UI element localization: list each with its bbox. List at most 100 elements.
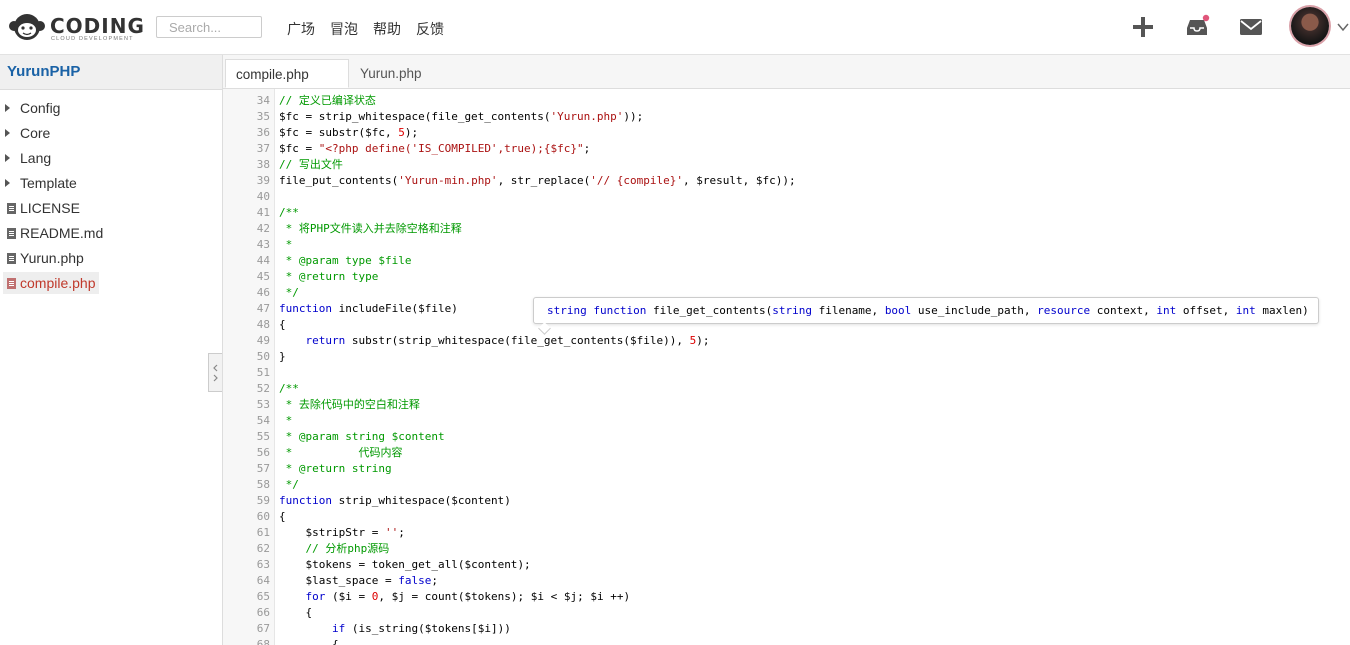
line-number: 36 [256, 126, 270, 139]
logo-subtitle: CLOUD DEVELOPMENT [51, 36, 134, 42]
tree-file-yurun[interactable]: Yurun.php [0, 246, 222, 271]
line-number: 41 [256, 206, 270, 219]
line-code: $stripStr = ''; [305, 526, 405, 539]
line-code: $fc = strip_whitespace(file_get_contents… [279, 110, 644, 123]
tree-file-readme[interactable]: README.md [0, 221, 222, 246]
line-number: 64 [256, 574, 270, 587]
line-number: 59 [256, 494, 270, 507]
line-code: */ [279, 286, 299, 299]
tab-compile-php[interactable]: compile.php [225, 59, 349, 88]
file-icon [7, 203, 16, 214]
nav-feedback[interactable]: 反馈 [416, 19, 444, 39]
tab-yurun-php[interactable]: Yurun.php [360, 59, 422, 88]
line-code: * @return type [279, 270, 379, 283]
line-number: 45 [256, 270, 270, 283]
line-number: 46 [256, 286, 270, 299]
tree-folder-core[interactable]: Core [0, 121, 222, 146]
main-nav: 广场 冒泡 帮助 反馈 [287, 19, 444, 39]
tree-folder-template[interactable]: Template [0, 171, 222, 196]
line-code: $last_space = false; [305, 574, 438, 587]
file-icon [7, 228, 16, 239]
line-number: 54 [256, 414, 270, 427]
line-code: if (is_string($tokens[$i])) [331, 622, 511, 635]
line-number: 51 [256, 366, 270, 379]
editor-tabs: compile.php Yurun.php [223, 55, 1350, 89]
logo-text: CODING [50, 14, 145, 38]
sidebar-collapse-toggle[interactable] [208, 353, 222, 392]
line-number: 48 [256, 318, 270, 331]
tree-file-license[interactable]: LICENSE [0, 196, 222, 221]
line-number: 44 [256, 254, 270, 267]
line-number: 65 [256, 590, 270, 603]
file-tree: Config Core Lang Template LICENSE README… [0, 96, 222, 296]
line-number: 60 [256, 510, 270, 523]
line-code: // 分析php源码 [279, 542, 390, 555]
project-name[interactable]: YurunPHP [0, 55, 222, 90]
coding-logo[interactable]: CODING CLOUD DEVELOPMENT [8, 10, 144, 44]
file-tree-sidebar: YurunPHP Config Core Lang Template LICEN… [0, 55, 223, 645]
line-number: 63 [256, 558, 270, 571]
line-code: /** [279, 382, 299, 395]
line-code: * [279, 414, 293, 427]
nav-square[interactable]: 广场 [287, 19, 315, 39]
inbox-icon[interactable] [1184, 14, 1210, 40]
line-code: /** [279, 206, 299, 219]
line-number: 38 [256, 158, 270, 171]
expand-arrow-icon[interactable] [5, 104, 10, 112]
line-code: function strip_whitespace($content) [279, 494, 511, 507]
line-number: 55 [256, 430, 270, 443]
line-code: * 将PHP文件读入并去除空格和注释 [279, 222, 462, 235]
line-number: 56 [256, 446, 270, 459]
line-code: * @param type $file [279, 254, 412, 267]
line-code: { [279, 638, 339, 645]
line-code: * 去除代码中的空白和注释 [279, 398, 420, 411]
line-code: { [279, 606, 313, 619]
nav-help[interactable]: 帮助 [373, 19, 401, 39]
line-code: * @return string [279, 462, 392, 475]
line-number: 62 [256, 542, 270, 555]
plus-icon[interactable] [1130, 14, 1156, 40]
mail-icon[interactable] [1238, 14, 1264, 40]
monkey-logo-icon [9, 14, 45, 40]
expand-arrow-icon[interactable] [5, 129, 10, 137]
line-code: // 写出文件 [279, 158, 343, 171]
line-code: * [279, 238, 293, 251]
tree-folder-config[interactable]: Config [0, 96, 222, 121]
function-signature-tooltip: string function file_get_contents(string… [533, 297, 1319, 324]
line-code: { [279, 510, 286, 523]
top-header: CODING CLOUD DEVELOPMENT 广场 冒泡 帮助 反馈 [0, 0, 1350, 55]
line-code: * @param string $content [279, 430, 445, 443]
line-code: $tokens = token_get_all($content); [305, 558, 531, 571]
line-code: $fc = "<?php define('IS_COMPILED',true);… [279, 142, 591, 155]
line-code: file_put_contents('Yurun-min.php', str_r… [279, 174, 796, 187]
line-code: { [279, 318, 286, 331]
nav-bubble[interactable]: 冒泡 [330, 19, 358, 39]
line-number: 34 [256, 94, 270, 107]
tree-folder-lang[interactable]: Lang [0, 146, 222, 171]
line-number: 68 [256, 638, 270, 645]
line-number: 57 [256, 462, 270, 475]
line-number: 37 [256, 142, 270, 155]
line-number: 61 [256, 526, 270, 539]
line-number: 39 [256, 174, 270, 187]
search-input[interactable] [156, 16, 262, 38]
file-icon [7, 253, 16, 264]
line-number: 42 [256, 222, 270, 235]
line-code: * 代码内容 [279, 446, 403, 459]
line-code: $fc = substr($fc, 5); [279, 126, 419, 139]
expand-arrow-icon[interactable] [5, 179, 10, 187]
line-number: 43 [256, 238, 270, 251]
user-avatar[interactable] [1291, 7, 1329, 45]
line-number: 67 [256, 622, 270, 635]
line-number: 35 [256, 110, 270, 123]
expand-arrow-icon[interactable] [5, 154, 10, 162]
line-code: function includeFile($file) [279, 302, 458, 315]
chevron-down-icon[interactable] [1336, 20, 1350, 34]
line-code: // 定义已编译状态 [279, 94, 376, 107]
code-editor[interactable]: 34 // 定义已编译状态 35 $fc = strip_whitespace(fil… [223, 89, 1350, 645]
line-code: } [279, 350, 286, 363]
notification-dot [1202, 14, 1210, 22]
tree-file-compile[interactable]: compile.php [0, 271, 222, 296]
collapse-arrows-icon [213, 364, 218, 382]
line-number: 47 [256, 302, 270, 315]
